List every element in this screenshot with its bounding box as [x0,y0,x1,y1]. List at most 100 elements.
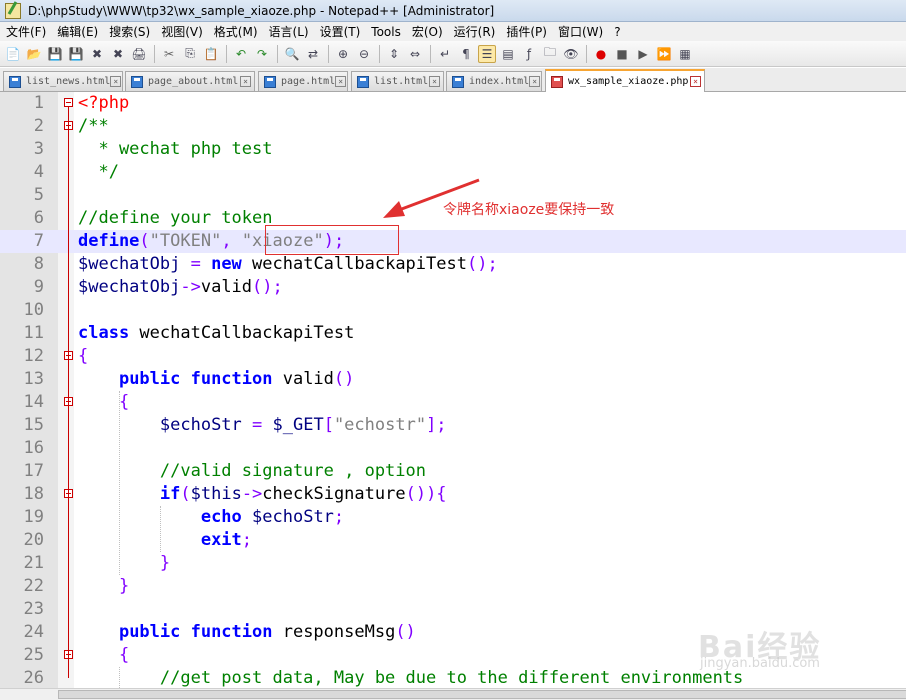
monitor-icon[interactable]: 👁 [562,45,580,63]
code-line[interactable]: 13 public function valid() [0,368,906,391]
undo-icon[interactable]: ↶ [232,45,250,63]
zoom-in-icon[interactable]: ⊕ [334,45,352,63]
annotation-text: 令牌名称xiaoze要保持一致 [443,202,615,218]
code-line[interactable]: 18 if($this->checkSignature()){ [0,483,906,506]
menu-item[interactable]: ? [608,25,625,39]
code-line[interactable]: 19 echo $echoStr; [0,506,906,529]
copy-icon[interactable]: ⎘ [181,45,199,63]
code-line[interactable]: 8 $wechatObj = new wechatCallbackapiTest(… [0,253,906,276]
code-token: responseMsg [272,622,396,642]
code-line[interactable]: 1 <?php [0,92,906,115]
word-wrap-icon[interactable]: ↵ [436,45,454,63]
code-line[interactable]: 23 [0,598,906,621]
menu-item[interactable]: 运行(R) [448,23,501,40]
fold-toggle-icon[interactable] [64,98,73,107]
fold-range-line [68,659,69,678]
save-macro-icon[interactable]: ▦ [676,45,694,63]
show-all-chars-icon[interactable]: ¶ [457,45,475,63]
open-file-icon[interactable]: 📂 [25,45,43,63]
code-line[interactable]: 15 $echoStr = $_GET["echostr"]; [0,414,906,437]
menu-item[interactable]: 编辑(E) [51,23,103,40]
save-all-icon[interactable]: 💾 [67,45,85,63]
code-line[interactable]: 2 /** [0,115,906,138]
line-number: 20 [23,530,44,550]
menu-item[interactable]: 文件(F) [0,23,51,40]
code-token: checkSignature [262,484,406,504]
cut-icon[interactable]: ✂ [160,45,178,63]
record-macro-icon[interactable]: ● [592,45,610,63]
tab-close-icon[interactable]: × [429,76,440,87]
code-line[interactable]: 7 define("TOKEN", "xiaoze"); [0,230,906,253]
line-number: 17 [23,461,44,481]
line-number: 16 [23,438,44,458]
save-icon[interactable]: 💾 [46,45,64,63]
line-number: 4 [33,162,44,182]
code-text: //define your token [78,207,272,230]
menu-item[interactable]: 搜索(S) [103,23,155,40]
code-line[interactable]: 12 { [0,345,906,368]
code-line[interactable]: 16 [0,437,906,460]
line-number: 15 [23,415,44,435]
code-line[interactable]: 9 $wechatObj->valid(); [0,276,906,299]
new-file-icon[interactable]: 📄 [4,45,22,63]
code-line[interactable]: 14 { [0,391,906,414]
code-token: ()){ [405,484,447,504]
fold-range-line [68,498,69,563]
menu-item[interactable]: 格式(M) [208,23,263,40]
paste-icon[interactable]: 📋 [202,45,220,63]
replace-icon[interactable]: ⇄ [304,45,322,63]
folder-workspace-icon[interactable]: 🗀 [541,45,559,63]
file-save-state-icon [452,75,464,88]
menu-item[interactable]: 宏(O) [406,23,448,40]
close-all-icon[interactable]: ✖ [109,45,127,63]
menu-item[interactable]: 视图(V) [155,23,208,40]
sync-v-icon[interactable]: ⇕ [385,45,403,63]
document-tab[interactable]: list_news.html × [3,71,123,91]
code-text: $wechatObj = new wechatCallbackapiTest()… [78,253,498,276]
code-line[interactable]: 10 [0,299,906,322]
code-line[interactable]: 17 //valid signature , option [0,460,906,483]
close-icon[interactable]: ✖ [88,45,106,63]
file-save-state-icon [551,75,563,88]
zoom-out-icon[interactable]: ⊖ [355,45,373,63]
horizontal-scrollbar[interactable] [0,688,906,700]
find-icon[interactable]: 🔍 [283,45,301,63]
indent-guide-icon[interactable]: ☰ [478,44,496,63]
menu-item[interactable]: 语言(L) [263,23,314,40]
scrollbar-thumb[interactable] [58,690,906,699]
code-line[interactable]: 22 } [0,575,906,598]
tab-close-icon[interactable]: × [529,76,541,87]
tab-close-icon[interactable]: × [110,76,122,87]
menu-item[interactable]: 插件(P) [500,23,552,40]
redo-icon[interactable]: ↷ [253,45,271,63]
doc-map-icon[interactable]: ▤ [499,45,517,63]
sync-h-icon[interactable]: ⇔ [406,45,424,63]
tab-close-icon[interactable]: × [240,76,251,87]
run-macro-multiple-icon[interactable]: ⏩ [655,45,673,63]
code-token: */ [78,162,119,182]
tab-close-icon[interactable]: × [335,76,347,87]
document-tab[interactable]: page_about.html × [125,71,255,91]
code-line[interactable]: 20 exit; [0,529,906,552]
code-token: ; [333,507,345,527]
code-line[interactable]: 3 * wechat php test [0,138,906,161]
document-tab[interactable]: wx_sample_xiaoze.php × [545,69,705,92]
document-tab[interactable]: index.html × [446,71,542,91]
code-line[interactable]: 21 } [0,552,906,575]
menu-item[interactable]: 设置(T) [314,23,366,40]
tab-close-icon[interactable]: × [690,76,701,87]
code-token: $_GET [272,415,324,435]
document-tab[interactable]: page.html × [258,71,348,91]
menu-item[interactable]: 窗口(W) [552,23,608,40]
code-token: exit [200,530,242,550]
stop-record-icon[interactable]: ■ [613,45,631,63]
menu-item[interactable]: Tools [365,25,406,39]
code-token: } [159,553,171,573]
print-icon[interactable]: 🖨 [130,45,148,63]
play-macro-icon[interactable]: ▶ [634,45,652,63]
function-list-icon[interactable]: ƒ [520,45,538,63]
document-tab[interactable]: list.html × [351,71,444,91]
code-token: <?php [78,93,130,113]
code-line[interactable]: 11 class wechatCallbackapiTest [0,322,906,345]
